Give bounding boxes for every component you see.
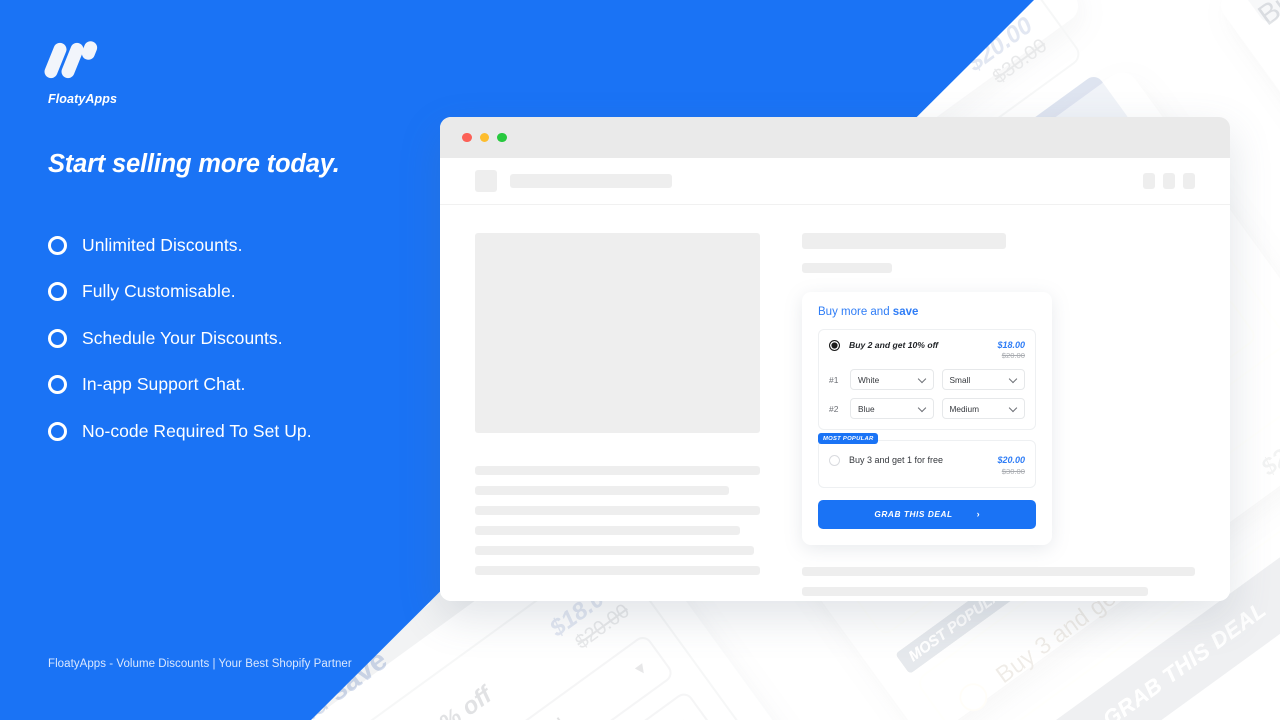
- text-line-placeholder: [475, 566, 760, 575]
- widget-title-emphasis: save: [892, 306, 919, 318]
- variant-1-size-value: Small: [949, 374, 971, 385]
- feature-list-item-label: In-app Support Chat.: [82, 374, 246, 395]
- offer-1-pricing: $18.00 $20.00: [997, 339, 1025, 361]
- text-line-placeholder: [802, 586, 1148, 596]
- grab-this-deal-button[interactable]: GRAB THIS DEAL ›: [818, 499, 1036, 529]
- feature-list-item-label: No-code Required To Set Up.: [82, 420, 312, 441]
- left-content: FloatyApps Start selling more today. Unl…: [0, 0, 440, 720]
- volume-discount-widget: Buy more and save Buy 2 and get 10% off …: [802, 292, 1052, 545]
- close-button[interactable]: [462, 132, 472, 143]
- feature-list: Unlimited Discounts. Fully Customisable. S…: [48, 222, 438, 455]
- offer-1-header: Buy 2 and get 10% off $18.00 $20.00: [829, 339, 1025, 361]
- offer-1-radio[interactable]: [829, 340, 840, 351]
- offer-1-compare-price: $20.00: [1001, 351, 1025, 361]
- product-info-column: Buy more and save Buy 2 and get 10% off …: [802, 233, 1195, 601]
- footer-tagline: FloatyApps - Volume Discounts | Your Bes…: [48, 658, 352, 670]
- variant-1-color-value: White: [858, 374, 880, 385]
- nav-icon-placeholder: [1163, 173, 1175, 189]
- variant-2-size-value: Medium: [949, 403, 980, 414]
- product-media-column: [475, 233, 760, 601]
- offer-2-compare-price: $30.00: [1001, 466, 1025, 476]
- nav-icon-placeholder: [1143, 173, 1155, 189]
- text-line-placeholder: [475, 526, 741, 535]
- variant-2-index: #2: [829, 403, 839, 414]
- text-line-placeholder: [475, 486, 729, 495]
- widget-title: Buy more and save: [818, 306, 1036, 318]
- ring-bullet-icon: [48, 235, 67, 255]
- text-line-placeholder: [802, 566, 1195, 576]
- variant-2-color-select[interactable]: Blue: [850, 398, 934, 420]
- widget-title-prefix: Buy more and: [818, 306, 893, 318]
- maximize-button[interactable]: [497, 132, 507, 143]
- product-page-placeholder: Buy more and save Buy 2 and get 10% off …: [440, 205, 1230, 601]
- navbar-icons-placeholder: [1143, 173, 1195, 189]
- chevron-right-icon: ›: [976, 509, 980, 520]
- ring-bullet-icon: [48, 375, 67, 395]
- ring-bullet-icon: [48, 328, 67, 348]
- cta-label: GRAB THIS DEAL: [874, 509, 953, 520]
- chevron-down-icon: [919, 376, 926, 383]
- product-title-placeholder: [802, 233, 1006, 249]
- offer-2-price: $20.00: [997, 455, 1025, 466]
- product-image-placeholder: [475, 233, 760, 433]
- feature-list-item: In-app Support Chat.: [48, 362, 438, 409]
- feature-list-item-label: Schedule Your Discounts.: [82, 327, 283, 348]
- minimize-button[interactable]: [479, 132, 489, 143]
- offer-option-1[interactable]: Buy 2 and get 10% off $18.00 $20.00 #1 W…: [818, 329, 1036, 431]
- variant-1-color-select[interactable]: White: [850, 369, 934, 391]
- chevron-down-icon: [919, 405, 926, 412]
- browser-viewport: Buy more and save Buy 2 and get 10% off …: [440, 158, 1230, 601]
- nav-icon-placeholder: [1183, 173, 1195, 189]
- floatyapps-w-logo-icon: [42, 39, 100, 82]
- product-price-placeholder: [802, 263, 892, 273]
- product-extra-placeholder: [802, 566, 1195, 601]
- browser-title-bar: [440, 117, 1230, 158]
- store-logo-placeholder: [475, 170, 497, 192]
- ring-bullet-icon: [48, 282, 67, 302]
- chevron-down-icon: [1010, 376, 1017, 383]
- browser-window-mockup: Buy more and save Buy 2 and get 10% off …: [440, 117, 1230, 601]
- variant-2-size-select[interactable]: Medium: [941, 398, 1025, 420]
- brand-logo: FloatyApps: [42, 39, 118, 106]
- text-line-placeholder: [475, 546, 755, 555]
- offer-option-2[interactable]: MOST POPULAR Buy 3 and get 1 for free $2…: [818, 433, 1036, 488]
- feature-list-item: Fully Customisable.: [48, 269, 438, 316]
- product-description-placeholder: [475, 466, 760, 575]
- offer-2-pricing: $20.00 $30.00: [997, 454, 1025, 476]
- feature-list-item: Schedule Your Discounts.: [48, 315, 438, 362]
- feature-list-item: Unlimited Discounts.: [48, 222, 438, 269]
- offer-2-header: Buy 3 and get 1 for free $20.00 $30.00: [829, 454, 1025, 476]
- chevron-down-icon: [1010, 405, 1017, 412]
- variant-row-2: #2 Blue Medium: [829, 398, 1025, 420]
- variant-1-index: #1: [829, 374, 839, 385]
- offer-1-price: $18.00: [997, 340, 1025, 350]
- store-name-placeholder: [510, 174, 672, 188]
- ring-bullet-icon: [48, 421, 67, 441]
- variant-row-1: #1 White Small: [829, 369, 1025, 391]
- promo-banner: Buy more and save Buy 2 and get 10% off $1…: [0, 0, 1280, 720]
- offer-2-radio[interactable]: [829, 455, 840, 467]
- brand-name: FloatyApps: [48, 92, 118, 106]
- variant-2-color-value: Blue: [858, 403, 875, 414]
- feature-list-item-label: Fully Customisable.: [82, 281, 236, 302]
- feature-list-item-label: Unlimited Discounts.: [82, 234, 243, 255]
- feature-list-item: No-code Required To Set Up.: [48, 408, 438, 455]
- text-line-placeholder: [475, 506, 760, 515]
- variant-1-size-select[interactable]: Small: [941, 369, 1025, 391]
- store-navbar-placeholder: [440, 158, 1230, 205]
- most-popular-badge: MOST POPULAR: [818, 433, 879, 445]
- text-line-placeholder: [475, 466, 760, 475]
- offer-2-label: Buy 3 and get 1 for free: [849, 455, 944, 466]
- page-title: Start selling more today.: [48, 150, 340, 178]
- offer-1-label: Buy 2 and get 10% off: [849, 340, 939, 350]
